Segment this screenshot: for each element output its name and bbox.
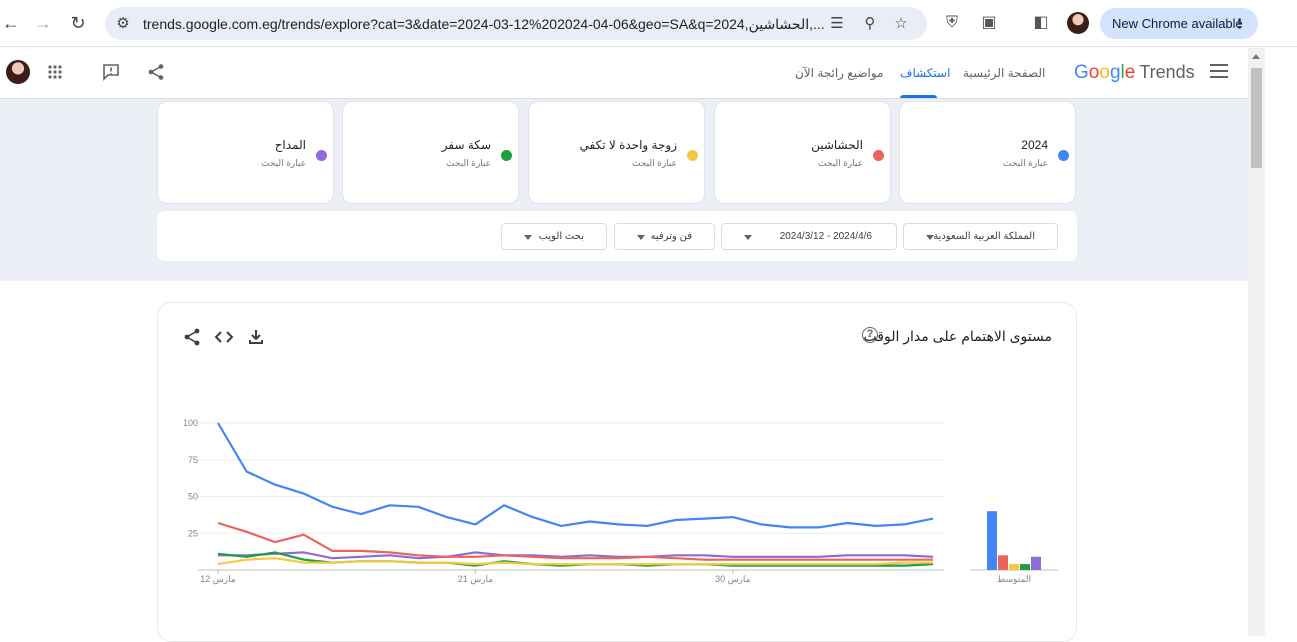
- y-tick-label: 75: [188, 455, 198, 465]
- account-avatar[interactable]: [6, 60, 30, 84]
- average-bar: [998, 555, 1008, 570]
- feedback-icon[interactable]: [102, 63, 120, 81]
- new-chrome-label: New Chrome available: [1112, 16, 1243, 31]
- term-type: عبارة البحث: [446, 158, 491, 168]
- category-filter[interactable]: فن وترفيه: [614, 223, 715, 250]
- zoom-icon[interactable]: ⚲: [860, 14, 880, 34]
- y-tick-label: 100: [183, 418, 198, 428]
- page-scrollbar[interactable]: [1248, 48, 1265, 636]
- term-card-4[interactable]: سكة سفر عبارة البحث: [342, 101, 519, 204]
- date-range-filter-label: 2024/3/12 - 2024/4/6: [779, 231, 872, 242]
- dropdown-caret-icon: [926, 235, 934, 240]
- kebab-menu-icon[interactable]: ⋮: [1233, 8, 1246, 39]
- address-bar[interactable]: ⚙ trends.google.com.eg/trends/explore?ca…: [105, 7, 927, 40]
- y-tick-label: 50: [188, 492, 198, 502]
- term-card-1[interactable]: 2024 عبارة البحث: [899, 101, 1076, 204]
- term-name: زوجة واحدة لا تكفي: [579, 138, 677, 152]
- term-card-2[interactable]: الحشاشين عبارة البحث: [714, 101, 891, 204]
- share-icon[interactable]: [147, 63, 165, 81]
- x-tick-label: 21 مارس: [458, 574, 494, 585]
- google-trends-logo[interactable]: Google Trends: [1074, 62, 1195, 84]
- term-card-3[interactable]: زوجة واحدة لا تكفي عبارة البحث: [528, 101, 705, 204]
- term-color-dot: [501, 150, 512, 161]
- interest-line-chart[interactable]: 100 75 50 25 12 مارس 21 مارس 30 مارس المتوسط: [158, 303, 1078, 603]
- trends-header: مواضيع رائجة الآن استكشاف الصفحة الرئيسي…: [0, 48, 1248, 99]
- term-type: عبارة البحث: [632, 158, 677, 168]
- region-filter[interactable]: المملكة العربية السعودية: [903, 223, 1058, 250]
- average-bar: [1009, 564, 1019, 570]
- side-panel-icon[interactable]: ◧: [1030, 12, 1052, 34]
- bookmark-star-icon[interactable]: ☆: [891, 14, 911, 34]
- y-tick-label: 25: [188, 528, 198, 538]
- translate-icon[interactable]: ☰: [827, 14, 847, 34]
- url-text: trends.google.com.eg/trends/explore?cat=…: [143, 16, 825, 32]
- site-info-icon[interactable]: ⚙: [113, 14, 133, 34]
- apps-grid-icon[interactable]: [48, 65, 62, 79]
- logo-trends: Trends: [1139, 62, 1195, 82]
- term-color-dot: [316, 150, 327, 161]
- tab-home[interactable]: الصفحة الرئيسية: [963, 66, 1045, 80]
- logo-google: Google: [1074, 62, 1136, 83]
- average-label: المتوسط: [997, 574, 1031, 585]
- x-tick-label: 30 مارس: [715, 574, 751, 585]
- dropdown-caret-icon: [637, 235, 645, 240]
- term-card-5[interactable]: المداح عبارة البحث: [157, 101, 334, 204]
- interest-over-time-card: مستوى الاهتمام على مدار الوقت ? 100 75 50 2…: [157, 302, 1077, 642]
- category-filter-label: فن وترفيه: [650, 231, 692, 242]
- filters-bar: المملكة العربية السعودية 2024/3/12 - 202…: [157, 211, 1077, 261]
- extensions-puzzle-icon[interactable]: ▣: [978, 12, 1000, 34]
- scroll-up-arrow[interactable]: [1252, 54, 1260, 59]
- average-bar: [1020, 564, 1030, 570]
- forward-icon[interactable]: →: [32, 12, 54, 34]
- term-type: عبارة البحث: [1003, 158, 1048, 168]
- tab-explore[interactable]: استكشاف: [900, 66, 950, 80]
- term-color-dot: [687, 150, 698, 161]
- term-color-dot: [873, 150, 884, 161]
- term-type: عبارة البحث: [261, 158, 306, 168]
- back-icon[interactable]: ←: [0, 12, 22, 34]
- average-bar: [1031, 556, 1041, 570]
- term-color-dot: [1058, 150, 1069, 161]
- dropdown-caret-icon: [744, 235, 752, 240]
- series-line: [217, 422, 934, 529]
- term-name: المداح: [274, 138, 306, 152]
- search-type-filter-label: بحث الويب: [538, 231, 584, 242]
- date-range-filter[interactable]: 2024/3/12 - 2024/4/6: [721, 223, 897, 250]
- main-menu-icon[interactable]: [1210, 64, 1228, 78]
- term-type: عبارة البحث: [818, 158, 863, 168]
- new-chrome-button[interactable]: New Chrome available ⋮: [1100, 8, 1258, 39]
- x-tick-label: 12 مارس: [200, 574, 236, 585]
- reload-icon[interactable]: ↻: [67, 12, 89, 34]
- browser-toolbar: ← → ↻ ⚙ trends.google.com.eg/trends/expl…: [0, 0, 1297, 47]
- region-filter-label: المملكة العربية السعودية: [933, 231, 1035, 242]
- term-name: 2024: [1021, 138, 1048, 152]
- scroll-thumb[interactable]: [1251, 68, 1262, 168]
- active-tab-indicator: [900, 95, 937, 98]
- series-line: [217, 521, 933, 561]
- dropdown-caret-icon: [524, 235, 532, 240]
- profile-avatar[interactable]: [1067, 12, 1089, 34]
- tab-trending-now[interactable]: مواضيع رائجة الآن: [795, 66, 883, 80]
- term-name: الحشاشين: [811, 138, 863, 152]
- search-type-filter[interactable]: بحث الويب: [501, 223, 607, 250]
- average-bar: [987, 511, 997, 570]
- term-name: سكة سفر: [441, 138, 491, 152]
- shield-extension-icon[interactable]: ⛨: [941, 12, 963, 34]
